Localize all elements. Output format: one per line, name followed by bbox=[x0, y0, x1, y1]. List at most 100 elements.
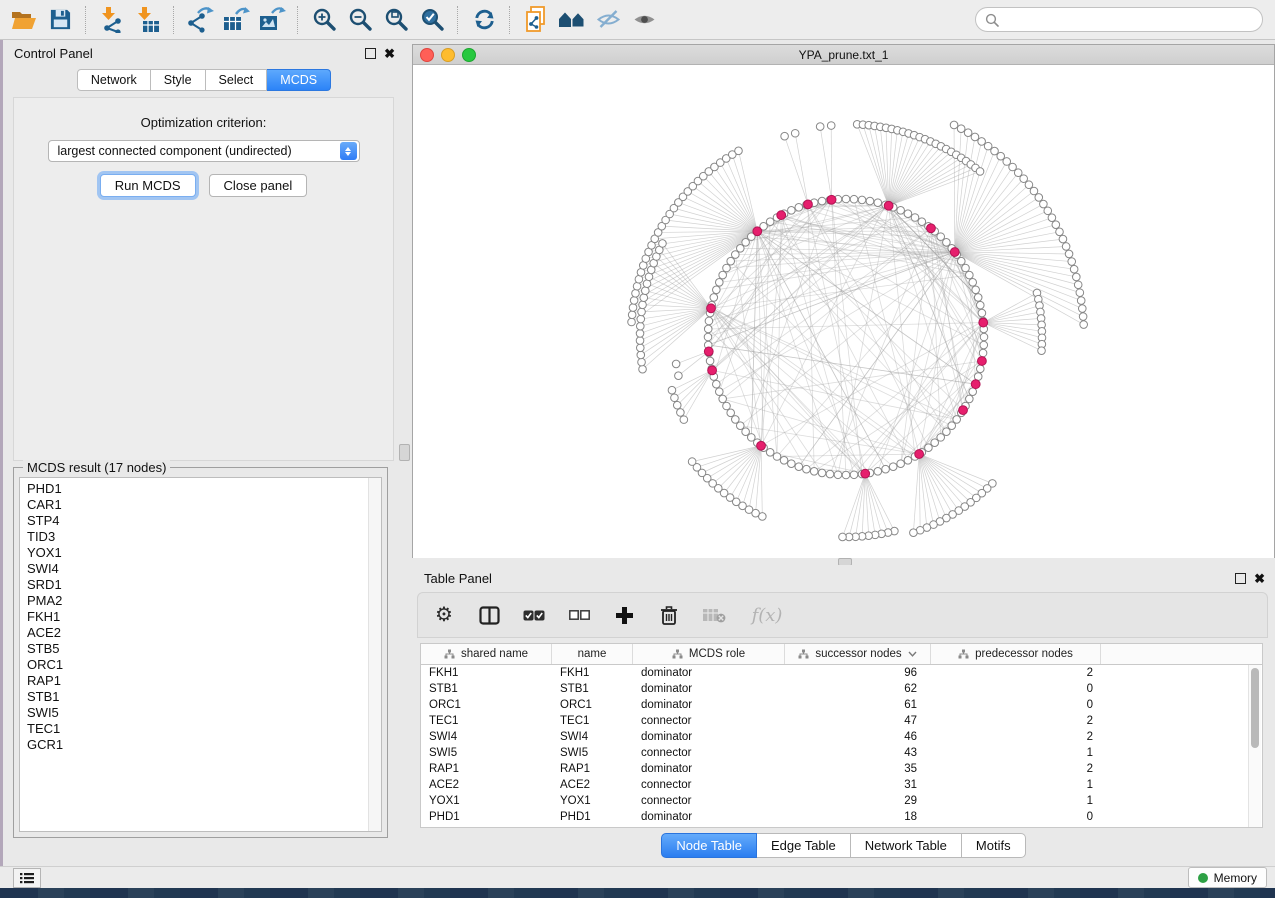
vertical-splitter-handle[interactable] bbox=[399, 444, 410, 461]
table-row[interactable]: ACE2ACE2connector311 bbox=[421, 777, 1262, 793]
tab-edge-table[interactable]: Edge Table bbox=[757, 833, 851, 858]
delete-column-button[interactable] bbox=[655, 600, 683, 630]
table-scrollbar[interactable] bbox=[1248, 665, 1261, 828]
import-network-button[interactable] bbox=[94, 3, 130, 37]
mcds-result-item[interactable]: RAP1 bbox=[27, 673, 381, 689]
mcds-result-item[interactable]: ACE2 bbox=[27, 625, 381, 641]
table-cell: 18 bbox=[785, 809, 931, 825]
mcds-result-item[interactable]: SRD1 bbox=[27, 577, 381, 593]
table-row[interactable]: SWI4SWI4dominator462 bbox=[421, 729, 1262, 745]
table-scrollbar-thumb[interactable] bbox=[1251, 668, 1259, 748]
open-session-button[interactable] bbox=[6, 3, 42, 37]
tab-node-table[interactable]: Node Table bbox=[661, 833, 757, 858]
mcds-result-list[interactable]: PHD1CAR1STP4TID3YOX1SWI4SRD1PMA2FKH1ACE2… bbox=[19, 477, 382, 832]
close-panel-icon[interactable]: ✖ bbox=[1254, 574, 1265, 583]
delete-table-button-disabled bbox=[700, 600, 728, 630]
float-panel-icon[interactable] bbox=[365, 48, 376, 59]
memory-button[interactable]: Memory bbox=[1188, 867, 1267, 888]
save-session-button[interactable] bbox=[42, 3, 78, 37]
show-hidden-button[interactable] bbox=[626, 3, 662, 37]
tab-style[interactable]: Style bbox=[151, 69, 206, 91]
search-input[interactable] bbox=[1004, 12, 1253, 28]
criterion-select[interactable]: largest connected component (undirected) bbox=[48, 140, 360, 162]
table-row[interactable]: RAP1RAP1dominator352 bbox=[421, 761, 1262, 777]
table-cell: FKH1 bbox=[552, 665, 633, 681]
export-table-button[interactable] bbox=[218, 3, 254, 37]
import-table-button[interactable] bbox=[130, 3, 166, 37]
table-row[interactable]: PHD1PHD1dominator180 bbox=[421, 809, 1262, 825]
split-view-button[interactable] bbox=[475, 600, 503, 630]
table-cell: ACE2 bbox=[552, 777, 633, 793]
mcds-result-item[interactable]: ORC1 bbox=[27, 657, 381, 673]
first-neighbors-button[interactable] bbox=[554, 3, 590, 37]
zoom-fit-button[interactable] bbox=[378, 3, 414, 37]
mcds-result-item[interactable]: SWI5 bbox=[27, 705, 381, 721]
mcds-result-item[interactable]: SWI4 bbox=[27, 561, 381, 577]
table-cell: RAP1 bbox=[421, 761, 552, 777]
network-canvas[interactable] bbox=[413, 65, 1274, 558]
memory-label: Memory bbox=[1214, 871, 1257, 885]
hide-selected-button[interactable] bbox=[590, 3, 626, 37]
column-header-predecessor-nodes[interactable]: predecessor nodes bbox=[931, 644, 1101, 664]
mcds-result-item[interactable]: STP4 bbox=[27, 513, 381, 529]
table-cell: 47 bbox=[785, 713, 931, 729]
refresh-layout-button[interactable] bbox=[466, 3, 502, 37]
add-column-button[interactable] bbox=[610, 600, 638, 630]
mcds-result-item[interactable]: PMA2 bbox=[27, 593, 381, 609]
table-cell: 1 bbox=[931, 793, 1101, 809]
import-network-icon bbox=[99, 7, 125, 33]
clone-network-button[interactable] bbox=[518, 3, 554, 37]
mcds-result-item[interactable]: TEC1 bbox=[27, 721, 381, 737]
column-header-successor-nodes[interactable]: successor nodes bbox=[785, 644, 931, 664]
tab-select[interactable]: Select bbox=[206, 69, 268, 91]
column-header-label: shared name bbox=[461, 648, 528, 660]
close-panel-icon[interactable]: ✖ bbox=[384, 49, 395, 58]
export-network-button[interactable] bbox=[182, 3, 218, 37]
select-all-button[interactable] bbox=[520, 600, 548, 630]
table-row[interactable]: ORC1ORC1dominator610 bbox=[421, 697, 1262, 713]
mcds-result-item[interactable]: FKH1 bbox=[27, 609, 381, 625]
table-cell: 62 bbox=[785, 681, 931, 697]
table-cell: ORC1 bbox=[552, 697, 633, 713]
tab-motifs[interactable]: Motifs bbox=[962, 833, 1026, 858]
zoom-in-button[interactable] bbox=[306, 3, 342, 37]
table-settings-button[interactable]: ⚙ bbox=[430, 600, 458, 630]
mcds-result-item[interactable]: TID3 bbox=[27, 529, 381, 545]
close-panel-button[interactable]: Close panel bbox=[209, 174, 308, 197]
toolbar-separator bbox=[85, 6, 87, 34]
open-folder-icon bbox=[11, 9, 37, 31]
mcds-list-scrollbar[interactable] bbox=[368, 478, 381, 831]
mcds-result-item[interactable]: YOX1 bbox=[27, 545, 381, 561]
float-panel-icon[interactable] bbox=[1235, 573, 1246, 584]
deselect-all-button[interactable] bbox=[565, 600, 593, 630]
table-row[interactable]: FKH1FKH1dominator962 bbox=[421, 665, 1262, 681]
network-window-titlebar[interactable]: YPA_prune.txt_1 bbox=[413, 45, 1274, 65]
column-header-shared-name[interactable]: shared name bbox=[421, 644, 552, 664]
tab-mcds[interactable]: MCDS bbox=[267, 69, 331, 91]
mcds-result-item[interactable]: STB1 bbox=[27, 689, 381, 705]
tab-network[interactable]: Network bbox=[77, 69, 151, 91]
table-cell: STB1 bbox=[421, 681, 552, 697]
zoom-selected-button[interactable] bbox=[414, 3, 450, 37]
table-row[interactable]: STB1STB1dominator620 bbox=[421, 681, 1262, 697]
run-mcds-button[interactable]: Run MCDS bbox=[100, 174, 196, 197]
mcds-result-item[interactable]: PHD1 bbox=[27, 481, 381, 497]
toolbar-separator bbox=[457, 6, 459, 34]
task-history-button[interactable] bbox=[13, 868, 41, 888]
attribute-type-icon bbox=[798, 649, 809, 659]
table-row[interactable]: YOX1YOX1connector291 bbox=[421, 793, 1262, 809]
export-image-button[interactable] bbox=[254, 3, 290, 37]
column-header-mcds-role[interactable]: MCDS role bbox=[633, 644, 785, 664]
zoom-out-button[interactable] bbox=[342, 3, 378, 37]
function-builder-button-disabled: f(x) bbox=[745, 600, 789, 630]
mcds-result-item[interactable]: GCR1 bbox=[27, 737, 381, 753]
column-header-name[interactable]: name bbox=[552, 644, 633, 664]
search-field[interactable] bbox=[975, 7, 1263, 32]
tab-network-table[interactable]: Network Table bbox=[851, 833, 962, 858]
save-floppy-icon bbox=[49, 8, 72, 31]
table-cell: dominator bbox=[633, 665, 785, 681]
table-row[interactable]: SWI5SWI5connector431 bbox=[421, 745, 1262, 761]
mcds-result-item[interactable]: CAR1 bbox=[27, 497, 381, 513]
table-row[interactable]: TEC1TEC1connector472 bbox=[421, 713, 1262, 729]
mcds-result-item[interactable]: STB5 bbox=[27, 641, 381, 657]
